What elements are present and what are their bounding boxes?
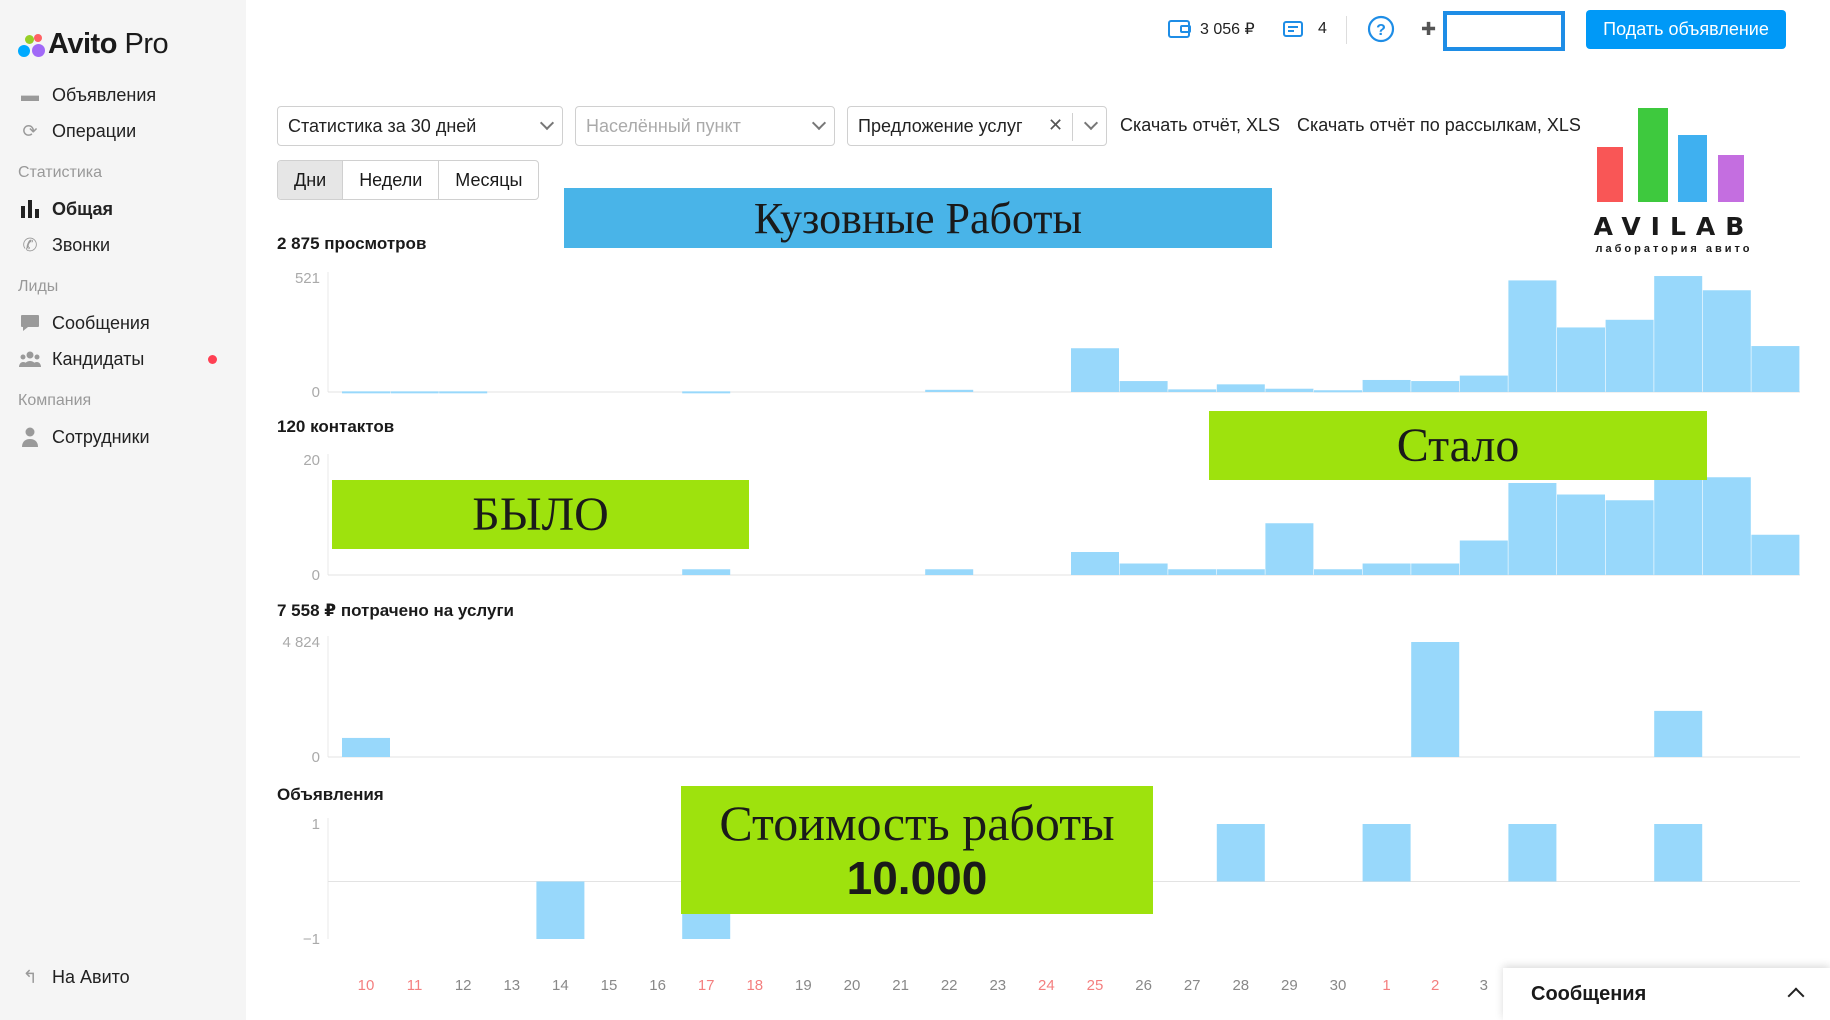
x-tick-label: 3: [1480, 977, 1488, 994]
x-tick-label: 23: [989, 977, 1006, 994]
x-tick-label: 2: [1431, 977, 1439, 994]
chart-bar[interactable]: [1314, 569, 1362, 575]
x-tick-label: 27: [1184, 977, 1201, 994]
x-tick-label: 26: [1135, 977, 1152, 994]
overlay-cost-label: Стоимость работы: [719, 795, 1115, 851]
chart-bar[interactable]: [1119, 563, 1168, 576]
chart-bar[interactable]: [682, 569, 731, 575]
x-tick-label: 21: [892, 977, 909, 994]
chart-bar[interactable]: [1508, 483, 1557, 575]
messages-panel[interactable]: Сообщения: [1503, 968, 1830, 1020]
x-tick-label: 17: [698, 977, 715, 994]
overlay-cost-value: 10.000: [846, 852, 988, 904]
chart-bar[interactable]: [1216, 384, 1265, 392]
chart-bar[interactable]: [1411, 563, 1460, 576]
overlay-after: Стало: [1209, 411, 1707, 480]
x-tick-label: 22: [941, 977, 958, 994]
chart-bar[interactable]: [1314, 390, 1362, 393]
chart-bar[interactable]: [1702, 290, 1751, 392]
x-tick-label: 25: [1087, 977, 1104, 994]
x-tick-label: 12: [455, 977, 472, 994]
chart-bar[interactable]: [1605, 500, 1654, 575]
avilab-bars-icon: [1597, 108, 1744, 202]
y-tick-label: 1: [312, 816, 320, 833]
chart-bar[interactable]: [925, 569, 974, 575]
chart-bar[interactable]: [1605, 319, 1654, 392]
chart-bar[interactable]: [1459, 540, 1508, 576]
x-tick-label: 10: [358, 977, 375, 994]
chart-bar[interactable]: [1654, 471, 1703, 576]
chart-bar[interactable]: [1216, 569, 1265, 575]
avilab-subtitle: лаборатория авито: [1595, 243, 1753, 255]
chart-bar[interactable]: [1654, 276, 1703, 392]
chart-bar[interactable]: [1654, 710, 1703, 757]
x-tick-label: 29: [1281, 977, 1298, 994]
chart-bar[interactable]: [390, 391, 439, 394]
x-tick-label: 13: [503, 977, 520, 994]
chart-bar[interactable]: [1411, 642, 1460, 757]
y-tick-label: 0: [312, 749, 320, 766]
chart-bar[interactable]: [1557, 494, 1605, 576]
y-tick-label: 20: [303, 452, 320, 469]
chart-bar[interactable]: [1459, 375, 1508, 392]
chart-bar[interactable]: [1265, 523, 1314, 575]
x-tick-label: 11: [407, 977, 423, 994]
chart-bar[interactable]: [1071, 552, 1119, 575]
avilab-bar: [1597, 147, 1623, 202]
chart-bar[interactable]: [439, 391, 488, 394]
x-tick-label: 1: [1382, 977, 1390, 994]
avilab-bar: [1678, 135, 1707, 202]
x-tick-label: 28: [1232, 977, 1249, 994]
chart-bar[interactable]: [1508, 280, 1557, 392]
x-tick-label: 30: [1330, 977, 1347, 994]
x-tick-label: 15: [601, 977, 618, 994]
chart-bar[interactable]: [682, 391, 731, 394]
chart-bar[interactable]: [925, 389, 974, 392]
chart-bar[interactable]: [342, 391, 390, 394]
chart-bar[interactable]: [1557, 327, 1605, 392]
chart-bar[interactable]: [1362, 824, 1411, 882]
chart-bar[interactable]: [1168, 569, 1217, 575]
chart-bar[interactable]: [1119, 381, 1168, 392]
x-tick-label: 16: [649, 977, 666, 994]
overlay-title: Кузовные Работы: [564, 188, 1272, 248]
chart-bar[interactable]: [1265, 388, 1314, 392]
chart-bar[interactable]: [1071, 348, 1119, 392]
x-tick-label: 14: [552, 977, 569, 994]
overlay-before: БЫЛО: [332, 480, 749, 549]
y-tick-label: 0: [312, 567, 320, 584]
chevron-up-icon[interactable]: [1787, 987, 1805, 1005]
chart-bar[interactable]: [1411, 381, 1460, 392]
chart-bar[interactable]: [1654, 824, 1703, 882]
avilab-word: AVILAB: [1593, 212, 1755, 241]
messages-panel-title: Сообщения: [1531, 982, 1647, 1005]
chart-bar[interactable]: [1216, 824, 1265, 882]
y-tick-label: 0: [312, 384, 320, 401]
avilab-logo: AVILAB лаборатория авито: [1574, 108, 1774, 258]
avilab-bar: [1718, 155, 1744, 202]
chart-bar[interactable]: [1508, 824, 1557, 882]
chart-bar[interactable]: [1168, 389, 1217, 392]
chart-bar[interactable]: [1751, 534, 1800, 575]
x-tick-label: 19: [795, 977, 812, 994]
y-tick-label: 521: [295, 270, 320, 287]
x-tick-label: 18: [746, 977, 763, 994]
avilab-bar: [1638, 108, 1668, 202]
x-tick-label: 20: [844, 977, 861, 994]
overlay-cost: Стоимость работы 10.000: [681, 786, 1153, 914]
y-tick-label: 4 824: [282, 634, 320, 651]
chart-bar[interactable]: [1702, 477, 1751, 575]
chart-bar[interactable]: [1362, 379, 1411, 392]
chart-bar[interactable]: [1751, 346, 1800, 392]
x-tick-label: 24: [1038, 977, 1055, 994]
chart-bar[interactable]: [536, 881, 585, 940]
y-tick-label: −1: [303, 931, 320, 948]
chart-bar[interactable]: [1362, 563, 1411, 576]
chart-bar[interactable]: [342, 737, 390, 757]
